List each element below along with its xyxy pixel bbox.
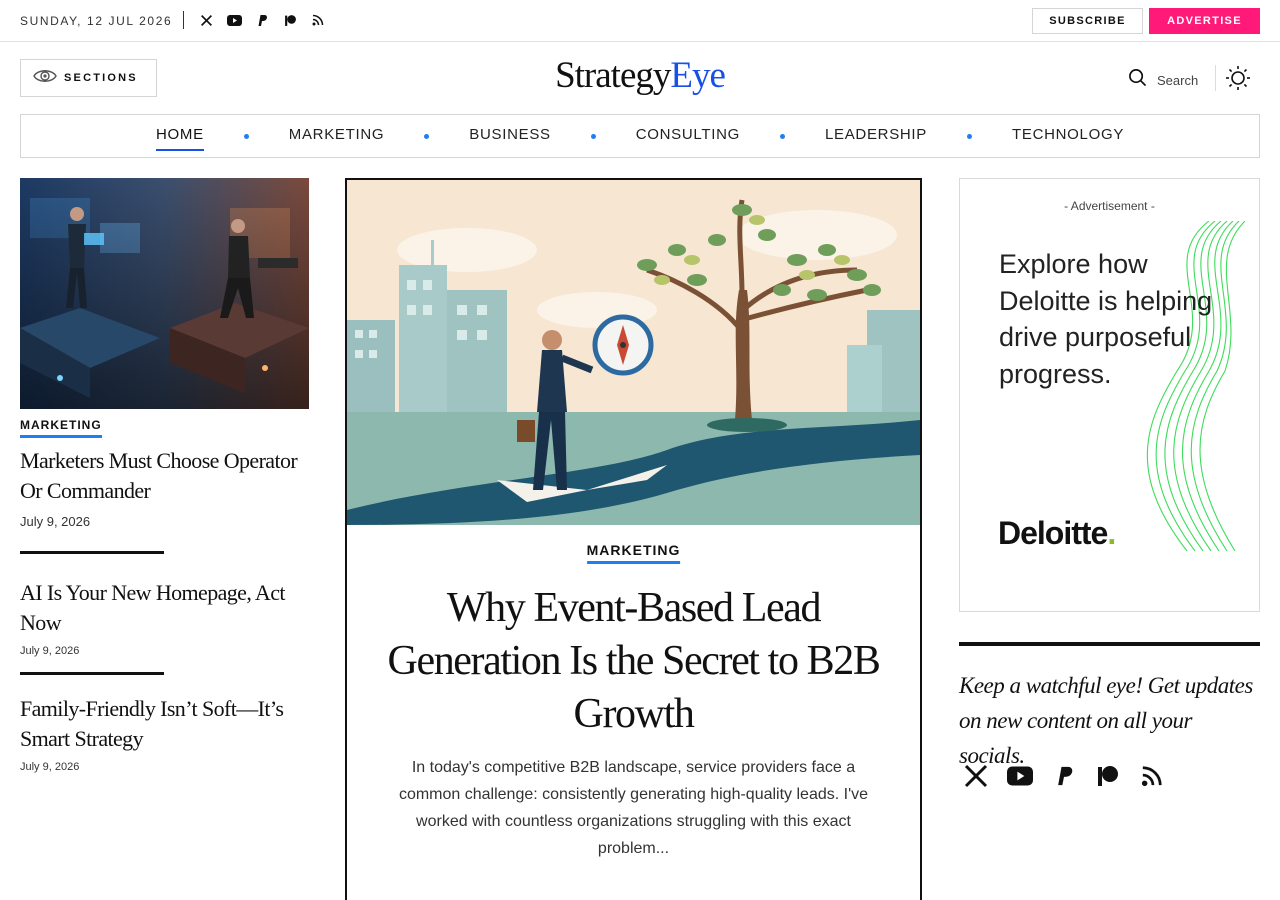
ad-text: Explore how Deloitte is helping drive pu… (999, 249, 1213, 389)
article-title[interactable]: Family-Friendly Isn’t Soft—It’s Smart St… (20, 694, 309, 754)
x-icon[interactable] (963, 761, 989, 791)
patreon-icon[interactable] (281, 11, 299, 29)
divider (20, 672, 164, 675)
main-nav: HOME MARKETING BUSINESS CONSULTING LEADE… (20, 114, 1260, 158)
divider (183, 11, 184, 29)
divider (20, 551, 164, 554)
x-icon[interactable] (197, 11, 215, 29)
article-category[interactable]: MARKETING (20, 418, 102, 438)
nav-item-home[interactable]: HOME (155, 126, 204, 151)
site-logo[interactable]: StrategyEye (0, 54, 1280, 97)
article-title[interactable]: Marketers Must Choose Operator Or Comman… (20, 446, 309, 506)
nav-separator (424, 133, 430, 139)
ad-label: - Advertisement - (1064, 199, 1155, 213)
paypal-icon[interactable] (253, 11, 271, 29)
follow-text: Keep a watchful eye! Get updates on new … (959, 673, 1253, 768)
deloitte-logo: Deloitte. (998, 515, 1116, 551)
featured-image[interactable] (347, 180, 920, 525)
search-button[interactable]: Search (1128, 68, 1198, 92)
rss-icon[interactable] (1139, 761, 1165, 791)
article-category[interactable]: MARKETING (586, 542, 681, 564)
nav-separator (779, 133, 785, 139)
nav-separator (967, 133, 973, 139)
top-social-links (197, 11, 327, 29)
search-label: Search (1157, 72, 1199, 88)
advertisement[interactable]: - Advertisement - Explore how Deloitte i… (959, 178, 1260, 612)
search-icon (1128, 68, 1147, 92)
article-title[interactable]: AI Is Your New Homepage, Act Now (20, 578, 309, 638)
article-date: July 9, 2026 (20, 761, 80, 773)
nav-item-marketing[interactable]: MARKETING (289, 126, 384, 146)
rss-icon[interactable] (309, 11, 327, 29)
featured-excerpt: In today's competitive B2B landscape, se… (398, 759, 869, 857)
nav-item-business[interactable]: BUSINESS (469, 126, 550, 146)
nav-separator (243, 133, 249, 139)
current-date: SUNDAY, 12 JUL 2026 (20, 14, 173, 28)
article-date: July 9, 2026 (20, 514, 91, 529)
patreon-icon[interactable] (1095, 761, 1121, 791)
sidebar-social-links (963, 761, 1165, 791)
divider (959, 642, 1260, 646)
featured-title[interactable]: Why Event-Based Lead Generation Is the S… (377, 582, 890, 741)
youtube-icon[interactable] (225, 11, 243, 29)
logo-strategy: Strategy (555, 55, 671, 96)
nav-item-technology[interactable]: TECHNOLOGY (1012, 126, 1124, 146)
nav-separator (590, 133, 596, 139)
theme-toggle-sun-icon[interactable] (1225, 65, 1251, 91)
top-bar: SUNDAY, 12 JUL 2026 SUBSCRIBE ADVERTISE (0, 0, 1280, 42)
advertise-button[interactable]: ADVERTISE (1149, 8, 1260, 34)
article-date: July 9, 2026 (20, 645, 80, 657)
subscribe-button[interactable]: SUBSCRIBE (1032, 8, 1143, 34)
youtube-icon[interactable] (1007, 761, 1033, 791)
logo-eye: Eye (670, 55, 726, 96)
paypal-icon[interactable] (1051, 761, 1077, 791)
nav-item-leadership[interactable]: LEADERSHIP (825, 126, 927, 146)
featured-article: MARKETING Why Event-Based Lead Generatio… (345, 178, 922, 900)
nav-item-consulting[interactable]: CONSULTING (636, 126, 740, 146)
article-thumbnail[interactable] (20, 178, 309, 409)
divider (1215, 65, 1216, 91)
